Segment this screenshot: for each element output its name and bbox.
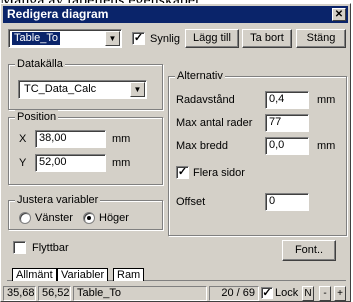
remove-button[interactable]: Ta bort bbox=[242, 29, 292, 48]
close-button[interactable]: Stäng bbox=[296, 29, 346, 48]
datasource-group: Datakälla TC_Data_Calc ▼ bbox=[8, 57, 163, 110]
minus-button[interactable]: - bbox=[319, 286, 331, 301]
n-button[interactable]: N bbox=[302, 286, 314, 301]
table-select[interactable]: Table_To ▼ bbox=[8, 29, 122, 48]
max-width-unit: mm bbox=[317, 140, 336, 152]
lock-checkbox[interactable]: ✓ bbox=[261, 287, 273, 299]
plus-button[interactable]: + bbox=[334, 286, 346, 301]
movable-label: Flyttbar bbox=[32, 242, 69, 254]
status-bar: 35,68 56,52 Table_To 20 / 69 ✓ Lock N - … bbox=[3, 286, 348, 301]
movable-checkbox[interactable] bbox=[13, 241, 26, 254]
max-width-label: Max bredd bbox=[176, 140, 228, 152]
align-right-label: Höger bbox=[99, 212, 129, 224]
tab-frame-label: Ram bbox=[117, 269, 141, 281]
lock-label: Lock bbox=[275, 287, 299, 299]
row-spacing-unit: mm bbox=[317, 94, 336, 106]
table-select-value: Table_To bbox=[10, 31, 62, 46]
y-input[interactable]: 52,00 bbox=[35, 154, 106, 172]
align-group: Justera variabler Vänster Höger bbox=[8, 193, 163, 230]
check-icon: ✓ bbox=[133, 32, 144, 44]
chevron-down-icon[interactable]: ▼ bbox=[130, 82, 145, 97]
x-unit: mm bbox=[112, 133, 131, 145]
max-rows-label: Max antal rader bbox=[176, 117, 253, 129]
visible-label: Synlig bbox=[150, 33, 180, 45]
tab-general-label: Allmänt bbox=[16, 269, 53, 281]
datasource-select-value: TC_Data_Calc bbox=[24, 83, 97, 95]
title-bar: Redigera diagram ✕ bbox=[3, 6, 348, 23]
tab-variables[interactable]: Variabler bbox=[57, 268, 109, 281]
window-title: Redigera diagram bbox=[7, 7, 109, 21]
align-right-radio[interactable] bbox=[83, 212, 95, 224]
options-group: Alternativ Radavstånd 0,4 mm Max antal r… bbox=[168, 69, 347, 236]
datasource-group-label: Datakälla bbox=[15, 57, 65, 71]
y-unit: mm bbox=[112, 157, 131, 169]
tab-variables-label: Variabler bbox=[61, 269, 105, 281]
font-button[interactable]: Font.. bbox=[282, 240, 336, 261]
multi-page-label: Flera sidor bbox=[193, 167, 245, 179]
add-button[interactable]: Lägg till bbox=[185, 29, 239, 48]
x-input[interactable]: 38,00 bbox=[35, 130, 106, 148]
status-y: 56,52 bbox=[38, 286, 71, 301]
max-rows-input[interactable]: 77 bbox=[265, 114, 309, 132]
datasource-select[interactable]: TC_Data_Calc ▼ bbox=[18, 80, 147, 99]
position-group-label: Position bbox=[15, 110, 59, 124]
close-window-button[interactable]: ✕ bbox=[332, 8, 346, 21]
check-icon: ✓ bbox=[177, 166, 188, 178]
x-label: X bbox=[19, 133, 27, 145]
options-group-label: Alternativ bbox=[175, 69, 225, 83]
status-page: 20 / 69 bbox=[209, 286, 259, 301]
y-label: Y bbox=[19, 157, 27, 169]
multi-page-checkbox[interactable]: ✓ bbox=[176, 166, 189, 179]
align-left-label: Vänster bbox=[35, 212, 73, 224]
status-x: 35,68 bbox=[3, 286, 36, 301]
visible-checkbox[interactable]: ✓ bbox=[132, 32, 145, 45]
status-object-name: Table_To bbox=[73, 286, 207, 301]
offset-input[interactable]: 0 bbox=[265, 193, 309, 211]
check-icon: ✓ bbox=[262, 287, 272, 299]
tab-general[interactable]: Allmänt bbox=[12, 268, 57, 281]
tab-frame[interactable]: Ram bbox=[113, 268, 145, 281]
close-icon: ✕ bbox=[334, 9, 344, 20]
align-group-label: Justera variabler bbox=[15, 193, 101, 207]
row-spacing-label: Radavstånd bbox=[176, 94, 235, 106]
align-left-radio[interactable] bbox=[19, 212, 31, 224]
chevron-down-icon[interactable]: ▼ bbox=[105, 31, 120, 46]
row-spacing-input[interactable]: 0,4 bbox=[265, 91, 309, 109]
edit-diagram-dialog: Redigera diagram ✕ Table_To ▼ ✓ Synlig L… bbox=[0, 3, 351, 302]
position-group: Position X 38,00 mm Y 52,00 mm bbox=[8, 110, 163, 185]
offset-label: Offset bbox=[176, 196, 206, 208]
max-width-input[interactable]: 0,0 bbox=[265, 137, 309, 155]
